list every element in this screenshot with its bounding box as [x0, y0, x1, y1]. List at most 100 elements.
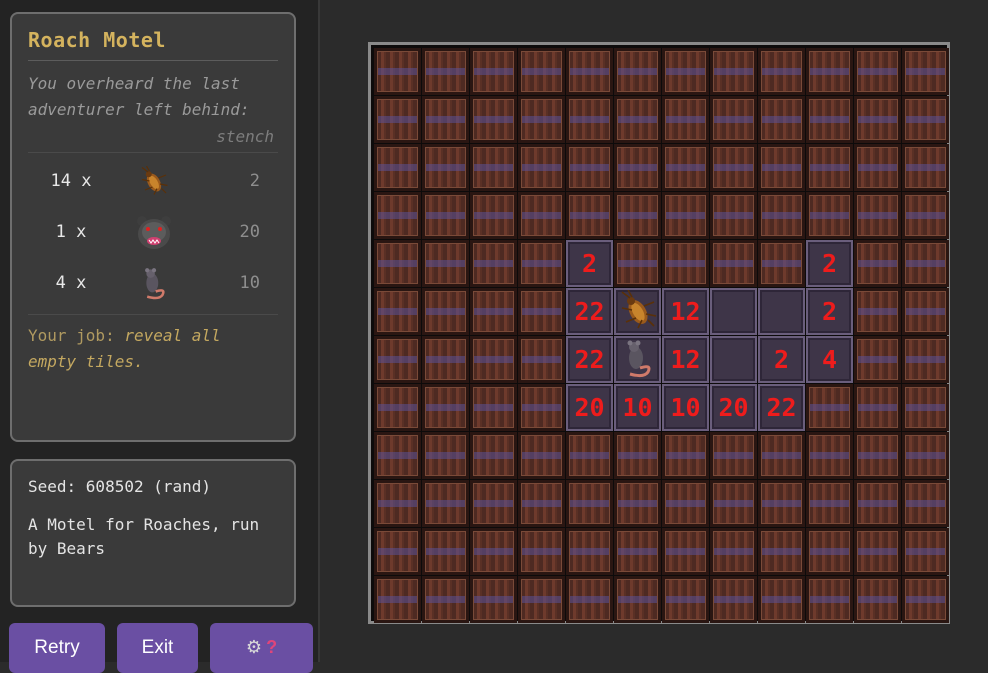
hidden-tile[interactable] — [566, 48, 613, 95]
hidden-tile[interactable] — [758, 48, 805, 95]
hidden-tile[interactable] — [902, 432, 949, 479]
hidden-tile[interactable] — [662, 48, 709, 95]
hidden-tile[interactable] — [854, 576, 901, 623]
hidden-tile[interactable] — [422, 432, 469, 479]
hidden-tile[interactable] — [374, 576, 421, 623]
hidden-tile[interactable] — [422, 96, 469, 143]
hidden-tile[interactable] — [422, 336, 469, 383]
revealed-tile[interactable]: 22 — [758, 384, 805, 431]
hidden-tile[interactable] — [470, 192, 517, 239]
hidden-tile[interactable] — [374, 48, 421, 95]
hidden-tile[interactable] — [422, 576, 469, 623]
hidden-tile[interactable] — [806, 384, 853, 431]
hidden-tile[interactable] — [518, 288, 565, 335]
hidden-tile[interactable] — [422, 48, 469, 95]
hidden-tile[interactable] — [518, 336, 565, 383]
hidden-tile[interactable] — [614, 144, 661, 191]
hidden-tile[interactable] — [422, 240, 469, 287]
hidden-tile[interactable] — [710, 192, 757, 239]
hidden-tile[interactable] — [374, 192, 421, 239]
hidden-tile[interactable] — [422, 384, 469, 431]
hidden-tile[interactable] — [374, 96, 421, 143]
hidden-tile[interactable] — [758, 192, 805, 239]
hidden-tile[interactable] — [806, 48, 853, 95]
hidden-tile[interactable] — [614, 48, 661, 95]
revealed-tile[interactable] — [758, 288, 805, 335]
hidden-tile[interactable] — [806, 432, 853, 479]
hidden-tile[interactable] — [902, 480, 949, 527]
hidden-tile[interactable] — [614, 480, 661, 527]
hidden-tile[interactable] — [614, 432, 661, 479]
monster-tile[interactable] — [614, 288, 661, 335]
hidden-tile[interactable] — [518, 480, 565, 527]
hidden-tile[interactable] — [854, 192, 901, 239]
hidden-tile[interactable] — [518, 576, 565, 623]
hidden-tile[interactable] — [854, 528, 901, 575]
settings-help-button[interactable]: ⚙ ? — [210, 623, 313, 673]
hidden-tile[interactable] — [758, 576, 805, 623]
hidden-tile[interactable] — [806, 96, 853, 143]
hidden-tile[interactable] — [374, 288, 421, 335]
hidden-tile[interactable] — [614, 96, 661, 143]
hidden-tile[interactable] — [902, 192, 949, 239]
hidden-tile[interactable] — [806, 192, 853, 239]
hidden-tile[interactable] — [902, 384, 949, 431]
hidden-tile[interactable] — [470, 528, 517, 575]
hidden-tile[interactable] — [470, 240, 517, 287]
hidden-tile[interactable] — [662, 240, 709, 287]
hidden-tile[interactable] — [470, 288, 517, 335]
hidden-tile[interactable] — [374, 336, 421, 383]
hidden-tile[interactable] — [470, 336, 517, 383]
hidden-tile[interactable] — [518, 48, 565, 95]
hidden-tile[interactable] — [566, 576, 613, 623]
hidden-tile[interactable] — [614, 240, 661, 287]
hidden-tile[interactable] — [662, 432, 709, 479]
revealed-tile[interactable] — [710, 288, 757, 335]
hidden-tile[interactable] — [710, 48, 757, 95]
hidden-tile[interactable] — [614, 576, 661, 623]
hidden-tile[interactable] — [518, 384, 565, 431]
hidden-tile[interactable] — [566, 96, 613, 143]
hidden-tile[interactable] — [854, 480, 901, 527]
hidden-tile[interactable] — [758, 240, 805, 287]
hidden-tile[interactable] — [710, 144, 757, 191]
hidden-tile[interactable] — [758, 432, 805, 479]
hidden-tile[interactable] — [710, 96, 757, 143]
hidden-tile[interactable] — [470, 432, 517, 479]
hidden-tile[interactable] — [422, 528, 469, 575]
hidden-tile[interactable] — [662, 192, 709, 239]
hidden-tile[interactable] — [902, 96, 949, 143]
hidden-tile[interactable] — [710, 576, 757, 623]
hidden-tile[interactable] — [710, 240, 757, 287]
hidden-tile[interactable] — [470, 384, 517, 431]
hidden-tile[interactable] — [614, 192, 661, 239]
hidden-tile[interactable] — [422, 144, 469, 191]
hidden-tile[interactable] — [710, 432, 757, 479]
revealed-tile[interactable]: 10 — [662, 384, 709, 431]
hidden-tile[interactable] — [902, 528, 949, 575]
hidden-tile[interactable] — [854, 144, 901, 191]
hidden-tile[interactable] — [758, 528, 805, 575]
hidden-tile[interactable] — [854, 96, 901, 143]
hidden-tile[interactable] — [758, 144, 805, 191]
revealed-tile[interactable]: 2 — [806, 288, 853, 335]
revealed-tile[interactable]: 2 — [758, 336, 805, 383]
revealed-tile[interactable]: 10 — [614, 384, 661, 431]
hidden-tile[interactable] — [470, 48, 517, 95]
hidden-tile[interactable] — [518, 96, 565, 143]
hidden-tile[interactable] — [566, 144, 613, 191]
revealed-tile[interactable]: 20 — [710, 384, 757, 431]
revealed-tile[interactable]: 2 — [566, 240, 613, 287]
hidden-tile[interactable] — [422, 288, 469, 335]
hidden-tile[interactable] — [566, 480, 613, 527]
revealed-tile[interactable]: 2 — [806, 240, 853, 287]
hidden-tile[interactable] — [422, 480, 469, 527]
hidden-tile[interactable] — [902, 240, 949, 287]
hidden-tile[interactable] — [854, 432, 901, 479]
revealed-tile[interactable]: 20 — [566, 384, 613, 431]
hidden-tile[interactable] — [854, 336, 901, 383]
hidden-tile[interactable] — [662, 480, 709, 527]
hidden-tile[interactable] — [566, 528, 613, 575]
monster-tile[interactable] — [614, 336, 661, 383]
hidden-tile[interactable] — [374, 240, 421, 287]
